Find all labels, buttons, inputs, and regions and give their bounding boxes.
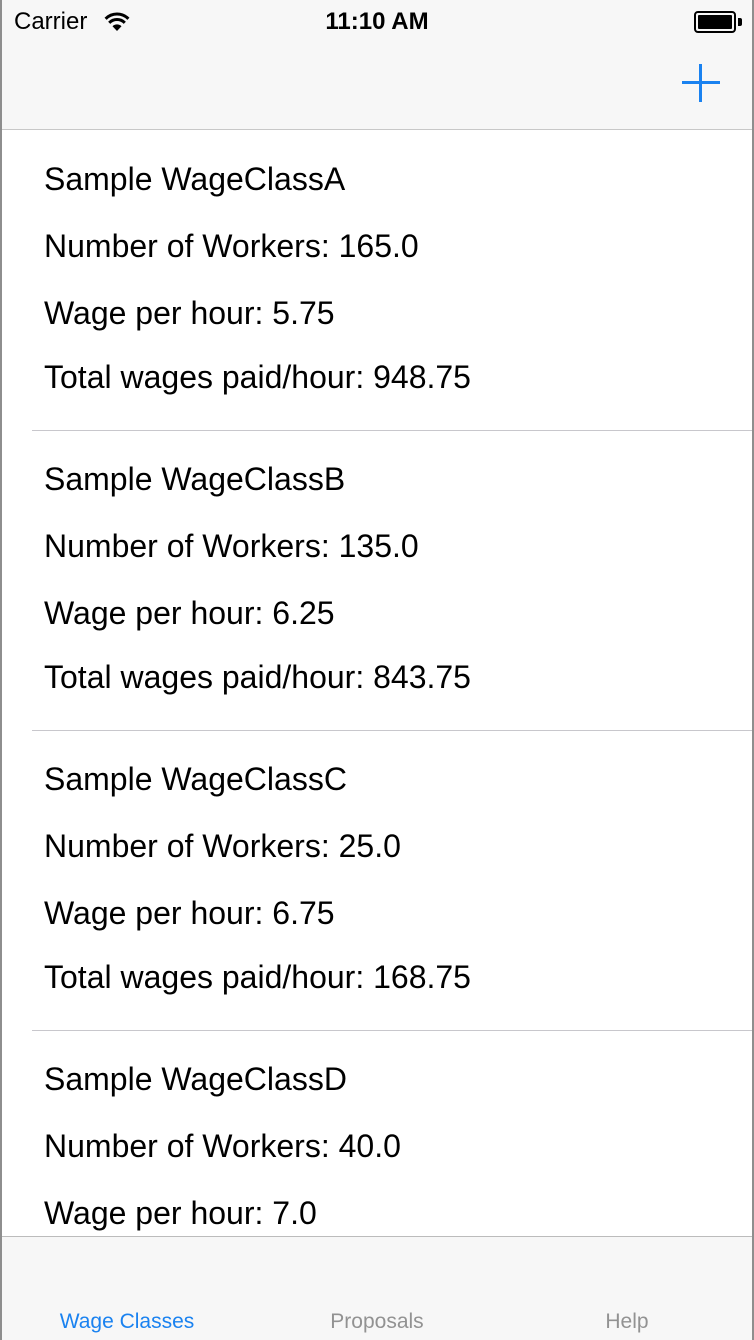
navigation-header: Carrier 11:10 AM [2, 0, 752, 130]
tab-bar: Wage Classes Proposals Help [2, 1236, 752, 1340]
wage-class-cell[interactable]: Sample WageClassB Number of Workers: 135… [2, 431, 752, 731]
wage-per-hour: Wage per hour: 6.25 [44, 595, 335, 631]
wage-class-cell[interactable]: Sample WageClassA Number of Workers: 165… [2, 131, 752, 431]
worker-count: Number of Workers: 135.0 [44, 528, 419, 564]
wage-class-cell[interactable]: Sample WageClassC Number of Workers: 25.… [2, 731, 752, 1031]
tab-wage-classes[interactable]: Wage Classes [2, 1310, 252, 1334]
wage-class-name: Sample WageClassD [44, 1061, 347, 1097]
status-bar: Carrier 11:10 AM [2, 0, 752, 44]
battery-icon [694, 11, 742, 33]
clock-label: 11:10 AM [325, 8, 429, 35]
worker-count: Number of Workers: 40.0 [44, 1128, 401, 1164]
total-wages: Total wages paid/hour: 843.75 [44, 659, 471, 695]
app-screen: Carrier 11:10 AM Sample WageClassA Numbe… [0, 0, 754, 1340]
wage-per-hour: Wage per hour: 7.0 [44, 1195, 317, 1231]
wage-class-name: Sample WageClassB [44, 461, 346, 497]
total-wages: Total wages paid/hour: 168.75 [44, 959, 471, 995]
wage-class-cell[interactable]: Sample WageClassD Number of Workers: 40.… [2, 1031, 752, 1237]
tab-help[interactable]: Help [502, 1310, 752, 1334]
wage-per-hour: Wage per hour: 6.75 [44, 895, 335, 931]
tab-proposals[interactable]: Proposals [252, 1310, 502, 1334]
total-wages: Total wages paid/hour: 948.75 [44, 359, 471, 395]
worker-count: Number of Workers: 165.0 [44, 228, 419, 264]
wage-class-name: Sample WageClassA [44, 161, 346, 197]
wage-per-hour: Wage per hour: 5.75 [44, 295, 335, 331]
add-wage-class-button[interactable] [682, 64, 720, 102]
wage-class-list[interactable]: Sample WageClassA Number of Workers: 165… [2, 131, 752, 1237]
wage-class-name: Sample WageClassC [44, 761, 347, 797]
worker-count: Number of Workers: 25.0 [44, 828, 401, 864]
